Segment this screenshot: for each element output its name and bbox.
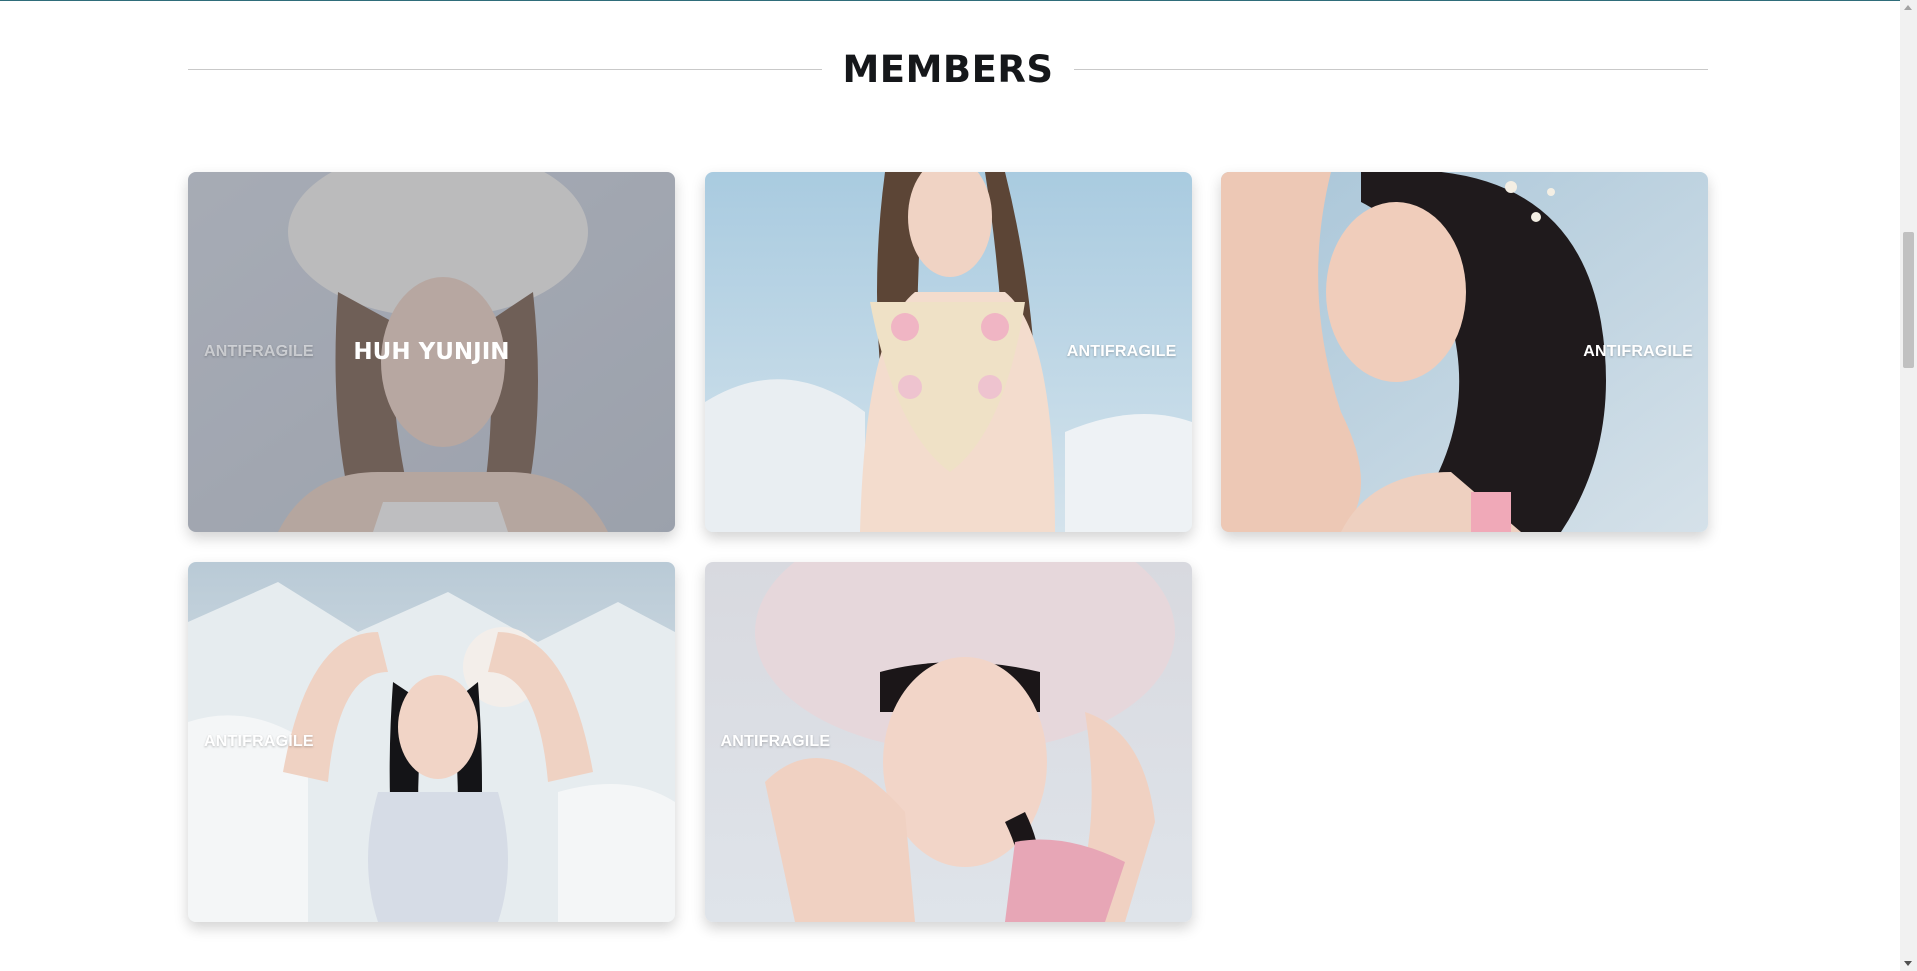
member-name: HUH YUNJIN xyxy=(353,339,510,365)
member-card-5[interactable]: ANTIFRAGILE xyxy=(704,562,1192,922)
members-heading-row: MEMBERS xyxy=(188,44,1708,94)
members-grid: ANTIFRAGILE HUH YUNJIN ANTIFRAGILE ANTIF… xyxy=(188,172,1708,922)
member-card-2[interactable]: ANTIFRAGILE xyxy=(704,172,1192,532)
section-title: MEMBERS xyxy=(842,47,1054,91)
scroll-down-icon[interactable] xyxy=(1904,961,1912,966)
heading-divider-left xyxy=(188,68,823,70)
member-card-huh-yunjin[interactable]: ANTIFRAGILE HUH YUNJIN xyxy=(188,172,675,532)
scroll-up-icon[interactable] xyxy=(1904,5,1912,10)
album-label: ANTIFRAGILE xyxy=(720,733,831,750)
heading-divider-right xyxy=(1073,68,1708,70)
album-label: ANTIFRAGILE xyxy=(1583,343,1693,360)
member-card-4[interactable]: ANTIFRAGILE xyxy=(188,562,675,922)
album-label: ANTIFRAGILE xyxy=(204,733,314,750)
members-page: MEMBERS ANTIFRAGILE HUH YUNJIN ANTIFRAGI… xyxy=(0,0,1900,971)
member-card-3[interactable]: ANTIFRAGILE xyxy=(1221,172,1708,532)
vertical-scrollbar[interactable] xyxy=(1900,0,1917,971)
album-label: ANTIFRAGILE xyxy=(1066,343,1177,360)
scroll-thumb[interactable] xyxy=(1903,232,1914,368)
